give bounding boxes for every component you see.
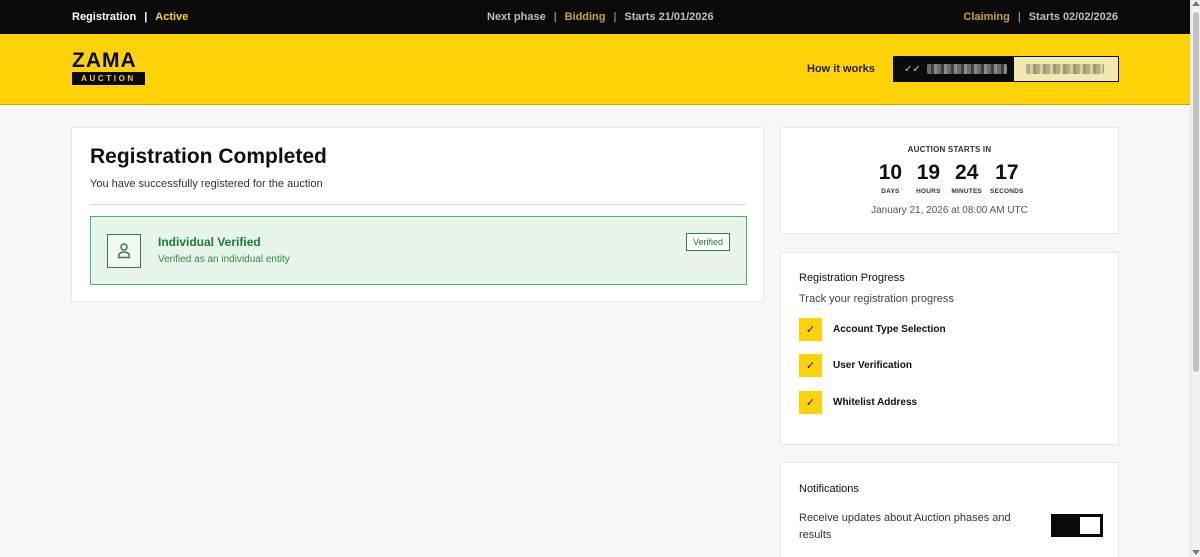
wallet-address-right	[1014, 57, 1118, 81]
countdown-days: 10 DAYS	[875, 161, 905, 196]
countdown-seconds: 17 SECONDS	[990, 161, 1024, 196]
page-subtitle: You have successfully registered for the…	[90, 178, 323, 190]
notifications-description: Receive updates about Auction phases and…	[799, 512, 1011, 541]
countdown-timer: 10 DAYS 19 HOURS 24 MINUTES 17 SECONDS	[781, 161, 1118, 196]
next-phase-label: Next phase	[487, 11, 546, 23]
double-check-icon: ✓✓	[904, 63, 921, 75]
logo-word: ZAMA	[72, 49, 137, 72]
logo-badge: AUCTION	[72, 72, 145, 85]
progress-step-label: Account Type Selection	[833, 324, 946, 335]
notifications-card: Notifications Receive updates about Auct…	[780, 462, 1119, 557]
countdown-value: 24	[955, 161, 979, 184]
verified-title: Individual Verified	[158, 235, 261, 249]
verification-status-panel: Individual Verified Verified as an indiv…	[90, 216, 747, 285]
separator: |	[613, 11, 617, 23]
later-phase: Claiming | Starts 02/02/2026	[963, 11, 1118, 23]
registration-progress-card: Registration Progress Track your registr…	[780, 252, 1119, 445]
countdown-value: 10	[878, 161, 903, 184]
notifications-title: Notifications	[799, 483, 859, 495]
separator: |	[144, 11, 148, 23]
page-title: Registration Completed	[90, 145, 327, 168]
redacted-address	[926, 64, 1007, 74]
scroll-down-arrow-icon[interactable]	[1192, 550, 1200, 555]
next-phase: Next phase | Bidding | Starts 21/01/2026	[487, 11, 714, 23]
progress-step-account-type: ✓ Account Type Selection	[799, 318, 946, 341]
next-phase-start: Starts 21/01/2026	[624, 11, 714, 23]
phase-bar: Registration | Active Next phase | Biddi…	[0, 0, 1190, 34]
verified-subtitle: Verified as an individual entity	[158, 254, 290, 265]
current-phase-status: Active	[155, 11, 189, 23]
countdown-value: 19	[916, 161, 941, 184]
current-phase-label: Registration	[72, 11, 137, 23]
progress-step-whitelist-address: ✓ Whitelist Address	[799, 391, 917, 414]
separator: |	[553, 11, 557, 23]
person-icon	[107, 234, 141, 268]
countdown-label: AUCTION STARTS IN	[907, 145, 992, 154]
wallet-address-left: ✓✓	[894, 57, 1014, 81]
registration-card: Registration Completed You have successf…	[71, 127, 764, 302]
countdown-minutes: 24 MINUTES	[951, 161, 983, 196]
progress-step-label: User Verification	[833, 360, 912, 371]
progress-step-user-verification: ✓ User Verification	[799, 354, 912, 377]
countdown-unit-label: DAYS	[881, 188, 900, 195]
check-icon: ✓	[799, 391, 822, 414]
next-phase-name: Bidding	[564, 11, 606, 23]
current-phase: Registration | Active	[72, 11, 188, 23]
countdown-unit-label: MINUTES	[951, 188, 983, 195]
countdown-hours: 19 HOURS	[913, 161, 943, 196]
check-icon: ✓	[799, 318, 822, 341]
how-it-works-link[interactable]: How it works	[807, 63, 875, 75]
wallet-button[interactable]: ✓✓	[893, 56, 1119, 82]
progress-title: Registration Progress	[799, 272, 905, 284]
countdown-unit-label: SECONDS	[990, 188, 1024, 195]
scroll-up-arrow-icon[interactable]	[1192, 1, 1200, 6]
auction-start-date: January 21, 2026 at 08:00 AM UTC	[871, 205, 1028, 216]
separator: |	[1017, 11, 1021, 23]
page-scrollbar[interactable]	[1190, 0, 1200, 557]
progress-subtitle: Track your registration progress	[799, 293, 954, 305]
zama-logo[interactable]: ZAMA AUCTION	[72, 49, 145, 85]
countdown-unit-label: HOURS	[916, 188, 941, 195]
check-icon: ✓	[799, 354, 822, 377]
countdown-value: 17	[995, 161, 1019, 184]
scroll-thumb[interactable]	[1193, 12, 1199, 372]
notifications-toggle[interactable]	[1051, 514, 1103, 537]
divider	[90, 204, 747, 205]
later-phase-name: Claiming	[963, 11, 1010, 23]
later-phase-start: Starts 02/02/2026	[1028, 11, 1118, 23]
site-header: ZAMA AUCTION How it works ✓✓	[0, 34, 1190, 105]
verified-badge: Verified	[685, 233, 730, 251]
countdown-card: AUCTION STARTS IN 10 DAYS 19 HOURS 24 MI…	[780, 127, 1119, 234]
progress-step-label: Whitelist Address	[833, 397, 918, 408]
redacted-balance	[1026, 64, 1104, 74]
toggle-knob	[1080, 517, 1100, 534]
